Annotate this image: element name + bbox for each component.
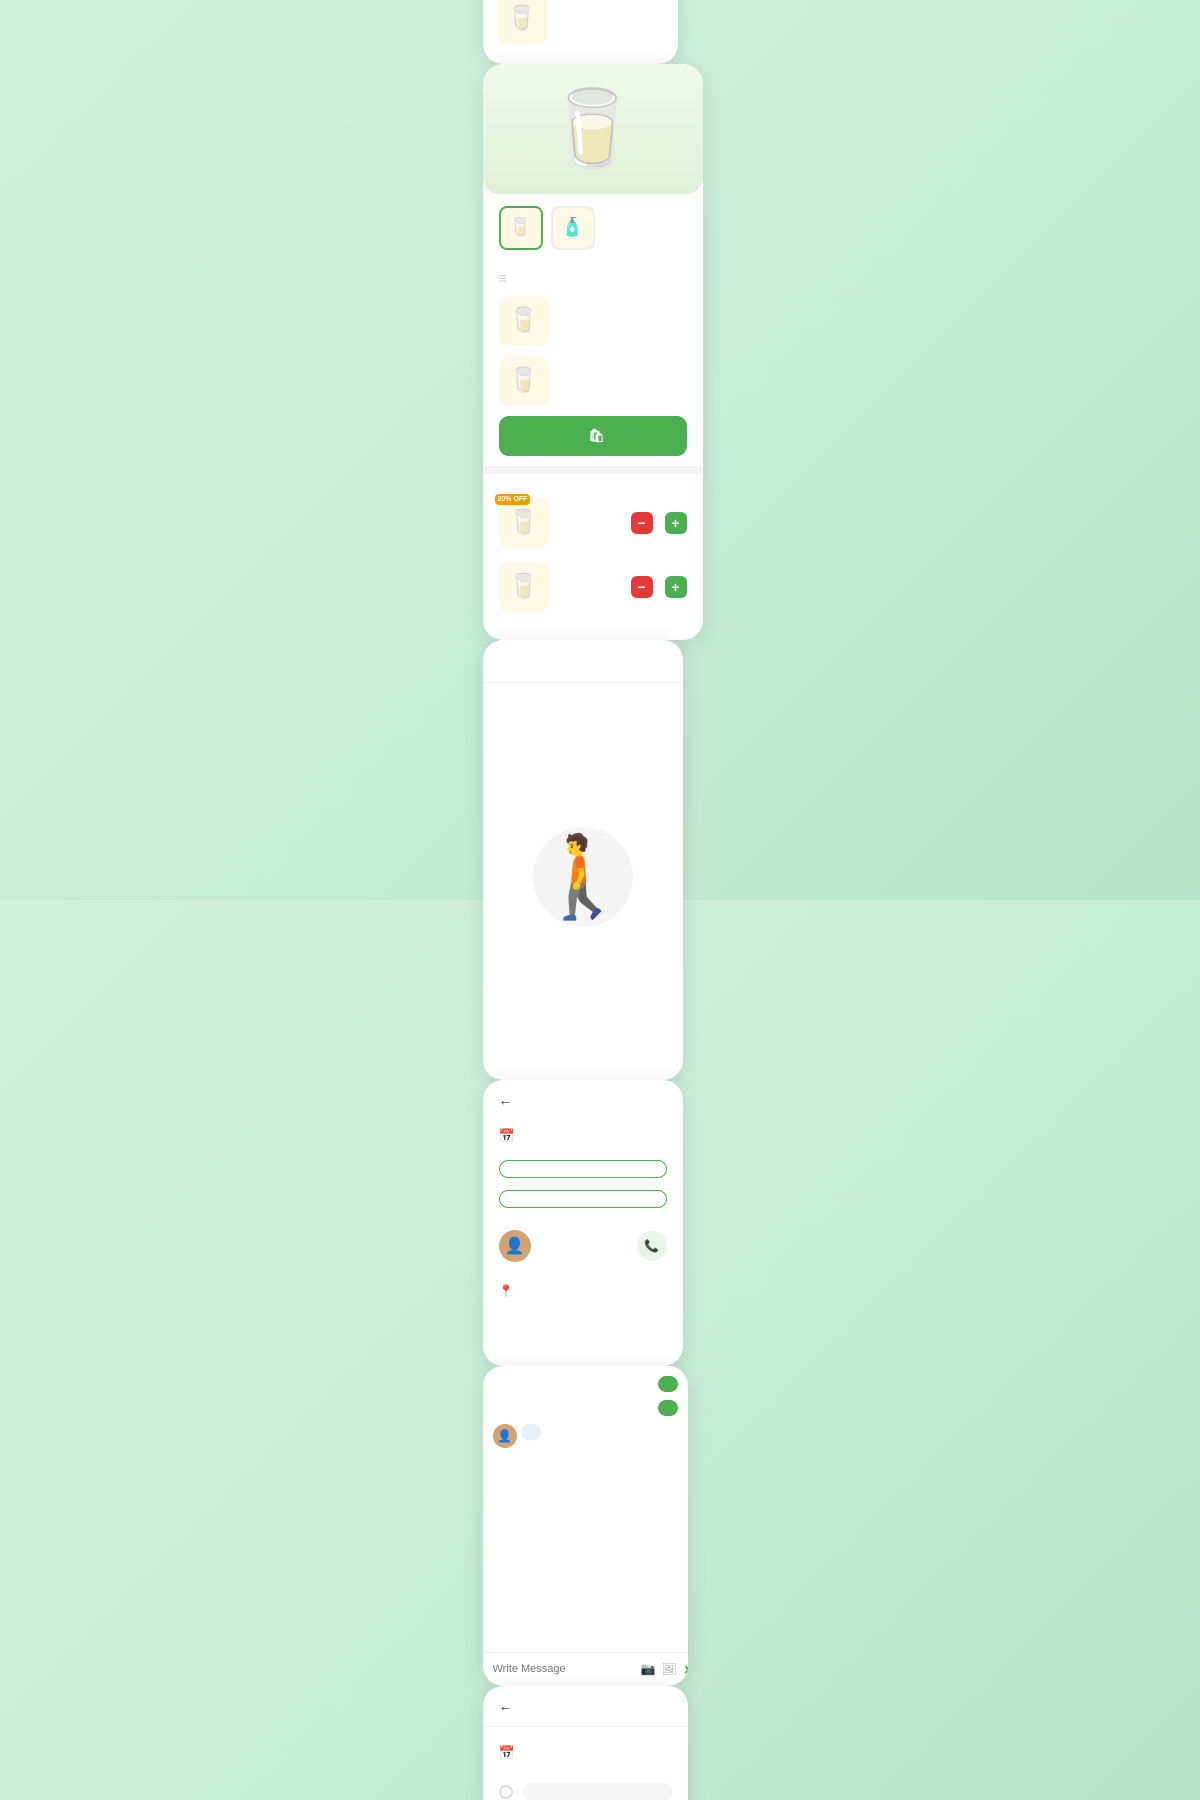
dd-step-1 xyxy=(499,1783,672,1800)
qty-control-2: − + xyxy=(631,576,687,598)
bag-item-1: 🥛 20% OFF − + xyxy=(499,498,687,548)
chat-messages-area: 👤 xyxy=(483,1366,688,1652)
order-delivery-address-row: 📍 xyxy=(499,1284,667,1298)
dd-step-info-1 xyxy=(523,1783,672,1800)
product-thumb-2[interactable]: 🧴 xyxy=(551,206,595,250)
bag-item-thumb-1: 🥛 20% OFF xyxy=(499,498,549,548)
order-detail-panel: ← 📅 👤 📞 xyxy=(483,1080,683,1366)
delivery-man-section: 👤 📞 xyxy=(483,1214,683,1272)
chat-input-row: 📷 🖼 ➤ xyxy=(483,1652,688,1686)
order-detail-header: ← xyxy=(483,1080,683,1120)
order-delivery-location: 📍 xyxy=(483,1272,683,1306)
dd-calendar-icon: 📅 xyxy=(499,1745,515,1761)
camera-icon[interactable]: 📷 xyxy=(641,1662,656,1676)
product-category-tag: ≡ xyxy=(499,270,687,286)
related-main-thumb-2: 🥛 xyxy=(499,356,549,406)
related-main-thumb-1: 🥛 xyxy=(499,296,549,346)
delivery-details-panel: ← 📅 xyxy=(483,1686,688,1800)
delivery-man-row: 👤 📞 xyxy=(499,1230,667,1262)
qty-control-1: − + xyxy=(631,512,687,534)
show-full-package-btn[interactable] xyxy=(499,1190,667,1208)
related-item-main-1[interactable]: 🥛 xyxy=(499,296,687,346)
order-date-row: 📅 xyxy=(483,1124,683,1154)
column-3: 🥛 🥛 🧴 ≡ 🥛 xyxy=(483,64,703,640)
related-thumb-1: 🥛 xyxy=(497,0,547,44)
show-delivery-details-btn[interactable] xyxy=(499,1160,667,1178)
chat-sent-1-text xyxy=(658,1376,678,1392)
chat-msg-sent-2 xyxy=(493,1400,678,1416)
qty-minus-btn-2[interactable]: − xyxy=(631,576,653,598)
product-details-panel: ← 🥛 🥛 🧴 ≡ 🥛 xyxy=(483,0,678,64)
calendar-icon: 📅 xyxy=(499,1128,515,1144)
qty-minus-btn-1[interactable]: − xyxy=(631,512,653,534)
column-5: 👤 📷 🖼 ➤ ← 📅 xyxy=(483,1366,688,1800)
bag-item-icon-2: 🥛 xyxy=(509,572,539,601)
column-4: 🚶 ← 📅 👤 xyxy=(483,640,683,1366)
related-item-1[interactable]: 🥛 xyxy=(497,0,664,44)
product-top-image: 🥛 xyxy=(483,64,703,194)
dd-header: ← xyxy=(483,1686,688,1727)
app-layout: 🔔 📍 › 🔍 🥑 🥗 xyxy=(483,0,718,1800)
delivery-man-illustration: 🚶 xyxy=(533,827,633,927)
chat-msg-sent-1 xyxy=(493,1376,678,1392)
product-main-panel: 🥛 🥛 🧴 ≡ 🥛 xyxy=(483,64,703,640)
my-bag-section: 🥛 20% OFF − + xyxy=(483,466,703,640)
chat-message-input[interactable] xyxy=(493,1663,635,1675)
column-2: 📍 ₿ xyxy=(483,0,678,64)
chat-avatar-1: 👤 xyxy=(493,1424,517,1448)
orders-empty-state: 🚶 xyxy=(483,683,683,1080)
chat-received-1-text xyxy=(521,1424,541,1440)
send-icon[interactable]: ➤ xyxy=(683,1661,688,1678)
order-total-row xyxy=(499,1332,667,1340)
order-delivery-row xyxy=(499,1324,667,1332)
dd-timeline xyxy=(483,1773,688,1800)
image-icon[interactable]: 🖼 xyxy=(661,1662,676,1676)
orders-tabs xyxy=(483,664,683,683)
lines-icon: ≡ xyxy=(499,270,507,286)
bag-item-thumb-2: 🥛 xyxy=(499,562,549,612)
bag-icon: 🛍 xyxy=(588,428,605,444)
qty-plus-btn-1[interactable]: + xyxy=(665,512,687,534)
product-thumb-active[interactable]: 🥛 xyxy=(499,206,543,250)
call-button[interactable]: 📞 xyxy=(637,1231,667,1261)
qty-plus-btn-2[interactable]: + xyxy=(665,576,687,598)
orders-header xyxy=(483,640,683,664)
delivery-man-avatar: 👤 xyxy=(499,1230,531,1262)
add-to-bag-button[interactable]: 🛍 xyxy=(499,416,687,456)
chat-panel: 👤 📷 🖼 ➤ xyxy=(483,1366,688,1686)
dd-back-icon[interactable]: ← xyxy=(499,1698,513,1714)
rating-section xyxy=(483,1350,683,1366)
chat-msg-received-1: 👤 xyxy=(493,1424,678,1448)
bag-item-icon-1: 🥛 xyxy=(509,508,539,537)
order-pin-icon: 📍 xyxy=(499,1284,514,1298)
order-subtotal-row xyxy=(499,1316,667,1324)
product-main-info: 🥛 🧴 ≡ 🥛 xyxy=(483,194,703,466)
chat-sent-2-text xyxy=(658,1400,678,1416)
orders-panel: 🚶 xyxy=(483,640,683,1080)
order-back-icon[interactable]: ← xyxy=(499,1092,513,1108)
discount-badge-1: 20% OFF xyxy=(495,494,531,505)
bag-item-2: 🥛 − + xyxy=(499,562,687,612)
dd-date-row: 📅 xyxy=(483,1741,688,1773)
product-thumb-row: 🥛 🧴 xyxy=(499,206,687,250)
related-item-main-2[interactable]: 🥛 xyxy=(499,356,687,406)
dd-delivered-row xyxy=(483,1727,688,1741)
order-price-table xyxy=(483,1306,683,1350)
dd-dot-1 xyxy=(499,1785,513,1799)
